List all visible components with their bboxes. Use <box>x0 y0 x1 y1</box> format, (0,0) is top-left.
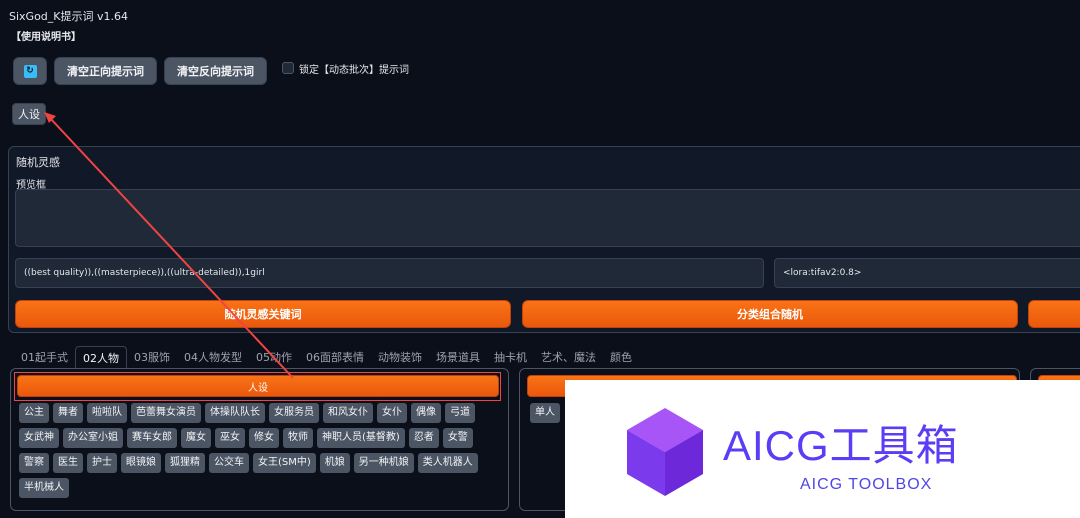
persona-chip[interactable]: 类人机器人 <box>417 453 478 473</box>
persona-chip[interactable]: 芭蕾舞女演员 <box>131 403 201 423</box>
category-tabs: 01起手式 02人物 03服饰 04人物发型 05动作 06面部表情 动物装饰 场景道具 抽卡机… <box>14 346 639 368</box>
persona-chip[interactable]: 偶像 <box>411 403 441 423</box>
app-title: SixGod_K提示词 v1.64 <box>9 10 128 23</box>
tab-11[interactable]: 颜色 <box>603 346 639 368</box>
persona-chip[interactable]: 女武神 <box>19 428 59 448</box>
single-person-chip[interactable]: 单人 <box>530 403 560 423</box>
persona-button[interactable]: 人设 <box>12 103 46 125</box>
clear-positive-button[interactable]: 清空正向提示词 <box>54 57 157 85</box>
lora-input[interactable]: <lora:tifav2:0.8> <box>774 258 1080 288</box>
random-keyword-button[interactable]: 随机灵感关键词 <box>15 300 511 328</box>
persona-chip[interactable]: 巫女 <box>215 428 245 448</box>
persona-chip[interactable]: 狐狸精 <box>165 453 205 473</box>
prompt-input[interactable]: ((best quality)),((masterpiece)),((ultra… <box>15 258 764 288</box>
persona-chip[interactable]: 牧师 <box>283 428 313 448</box>
persona-chip[interactable]: 女服务员 <box>269 403 319 423</box>
persona-chip[interactable]: 机娘 <box>319 453 350 473</box>
persona-chip[interactable]: 半机械人 <box>19 478 69 498</box>
tab-9[interactable]: 抽卡机 <box>487 346 534 368</box>
persona-chips: 公主 舞者 啦啦队 芭蕾舞女演员 体操队队长 女服务员 和风女仆 女仆 偶像 弓道女武神 办公室小姐… <box>19 403 503 498</box>
persona-chip[interactable]: 神职人员(基督教) <box>317 428 405 448</box>
persona-chip[interactable]: 眼镜娘 <box>121 453 161 473</box>
persona-chip[interactable]: 赛车女郎 <box>127 428 177 448</box>
persona-chip[interactable]: 修女 <box>249 428 279 448</box>
persona-chip[interactable]: 公主 <box>19 403 49 423</box>
lock-label: 锁定【动态批次】提示词 <box>299 65 409 76</box>
persona-chip[interactable]: 公交车 <box>209 453 249 473</box>
persona-chip[interactable]: 舞者 <box>53 403 83 423</box>
persona-chip[interactable]: 医生 <box>53 453 83 473</box>
manual-link[interactable]: 【使用说明书】 <box>11 28 81 43</box>
persona-chip[interactable]: 忍者 <box>408 428 439 448</box>
watermark-subtitle: AICG TOOLBOX <box>800 476 933 493</box>
tab-6[interactable]: 06面部表情 <box>299 346 371 368</box>
preview-textarea[interactable] <box>15 189 1080 247</box>
annotation-frame <box>14 372 501 401</box>
tab-8[interactable]: 场景道具 <box>429 346 487 368</box>
persona-chip[interactable]: 另一种机娘 <box>353 453 414 473</box>
extra-random-button[interactable] <box>1028 300 1080 328</box>
random-title: 随机灵感 <box>16 156 60 169</box>
tab-2[interactable]: 02人物 <box>75 346 127 368</box>
clear-negative-button[interactable]: 清空反向提示词 <box>164 57 267 85</box>
tab-1[interactable]: 01起手式 <box>14 346 75 368</box>
persona-chip[interactable]: 体操队队长 <box>205 403 265 423</box>
refresh-button[interactable]: ↻ <box>13 57 47 85</box>
tab-4[interactable]: 04人物发型 <box>177 346 249 368</box>
watermark-title: AICG工具箱 <box>723 422 959 469</box>
lock-checkbox[interactable] <box>282 62 294 74</box>
persona-chip[interactable]: 办公室小姐 <box>63 428 123 448</box>
persona-chip[interactable]: 警察 <box>19 453 49 473</box>
persona-chip[interactable]: 弓道 <box>445 403 475 423</box>
tab-10[interactable]: 艺术、魔法 <box>534 346 603 368</box>
persona-chip[interactable]: 女警 <box>442 428 473 448</box>
refresh-icon: ↻ <box>23 64 37 78</box>
persona-chip[interactable]: 啦啦队 <box>87 403 127 423</box>
category-random-button[interactable]: 分类组合随机 <box>522 300 1018 328</box>
tab-7[interactable]: 动物装饰 <box>371 346 429 368</box>
persona-chip[interactable]: 魔女 <box>181 428 211 448</box>
persona-chip[interactable]: 护士 <box>87 453 117 473</box>
tab-3[interactable]: 03服饰 <box>127 346 177 368</box>
persona-chip[interactable]: 女仆 <box>377 403 407 423</box>
aicg-logo-icon <box>627 408 703 496</box>
persona-chip[interactable]: 女王(SM中) <box>253 453 316 473</box>
persona-chip[interactable]: 和风女仆 <box>323 403 373 423</box>
tab-5[interactable]: 05动作 <box>249 346 299 368</box>
